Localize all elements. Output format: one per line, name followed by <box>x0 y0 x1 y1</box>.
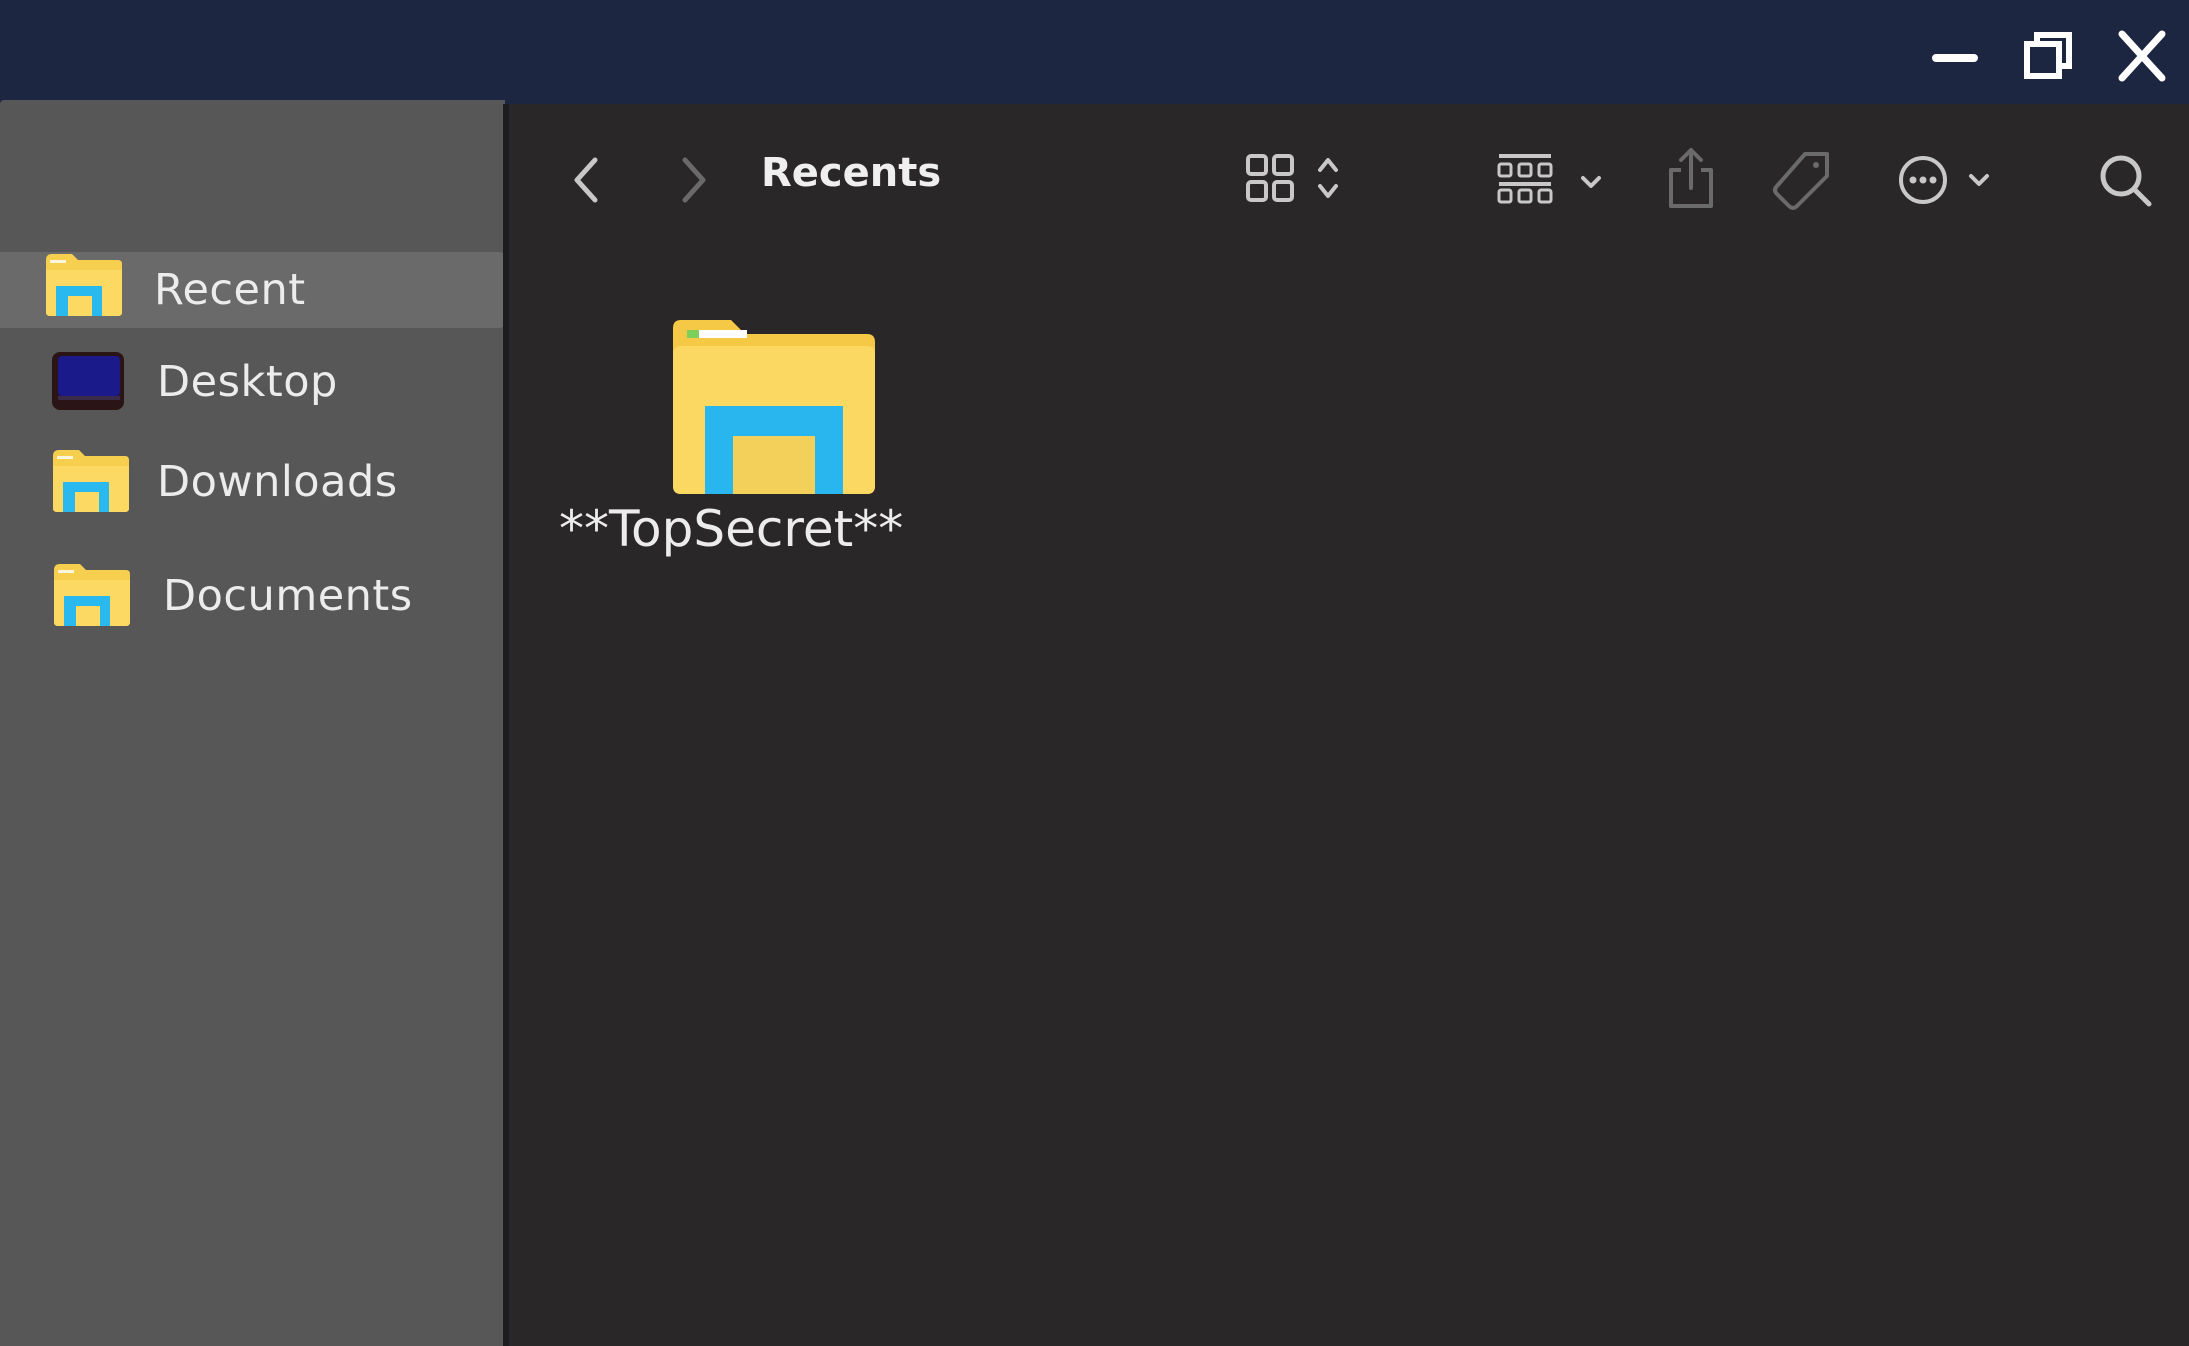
main-content: Recents **TopSecret** <box>509 104 2189 1346</box>
close-button[interactable] <box>2108 22 2176 90</box>
explorer-folder-icon <box>46 254 122 316</box>
explorer-folder-icon <box>673 320 875 494</box>
file-item-topsecret[interactable]: **TopSecret** <box>559 314 919 584</box>
file-name: **TopSecret** <box>559 500 904 558</box>
chevron-down-icon <box>1581 176 1601 188</box>
search-button[interactable] <box>2093 148 2159 214</box>
desktop-icon <box>52 352 124 410</box>
sidebar-item-downloads[interactable]: Downloads <box>0 444 505 520</box>
chevron-down-icon <box>1969 174 1989 186</box>
restore-button[interactable] <box>2015 22 2083 90</box>
back-icon <box>574 157 598 203</box>
sidebar-item-label: Desktop <box>157 357 338 407</box>
share-icon <box>1669 148 1713 208</box>
search-icon <box>2100 155 2152 207</box>
sidebar: Recent Desktop Downloads Documents <box>0 100 505 1346</box>
group-icon <box>1497 154 1601 204</box>
explorer-folder-icon <box>54 564 130 626</box>
sidebar-item-label: Downloads <box>157 457 398 507</box>
explorer-folder-icon <box>53 450 129 512</box>
sidebar-item-desktop[interactable]: Desktop <box>0 344 505 420</box>
grid-view-icon <box>1246 154 1338 202</box>
minimize-button[interactable] <box>1920 22 1988 90</box>
sidebar-item-recent[interactable]: Recent <box>0 252 505 328</box>
sidebar-item-label: Recent <box>154 265 306 315</box>
sidebar-item-documents[interactable]: Documents <box>0 558 505 634</box>
tag-button[interactable] <box>1769 148 1835 214</box>
title-bar <box>0 0 2189 106</box>
forward-button[interactable] <box>665 150 721 210</box>
more-button[interactable] <box>1893 148 2005 214</box>
view-mode-button[interactable] <box>1244 148 1354 214</box>
forward-icon <box>682 157 706 203</box>
sidebar-item-label: Documents <box>163 571 413 621</box>
more-icon <box>1899 156 1989 204</box>
tag-icon <box>1773 152 1829 210</box>
group-button[interactable] <box>1495 148 1607 214</box>
minimize-icon <box>1932 54 1978 62</box>
close-icon <box>2118 30 2166 82</box>
restore-icon <box>2024 32 2072 79</box>
page-title: Recents <box>761 150 942 196</box>
finder-window: Recent Desktop Downloads Documents Recen… <box>0 0 2189 1346</box>
back-button[interactable] <box>559 150 615 210</box>
share-button[interactable] <box>1661 144 1721 214</box>
